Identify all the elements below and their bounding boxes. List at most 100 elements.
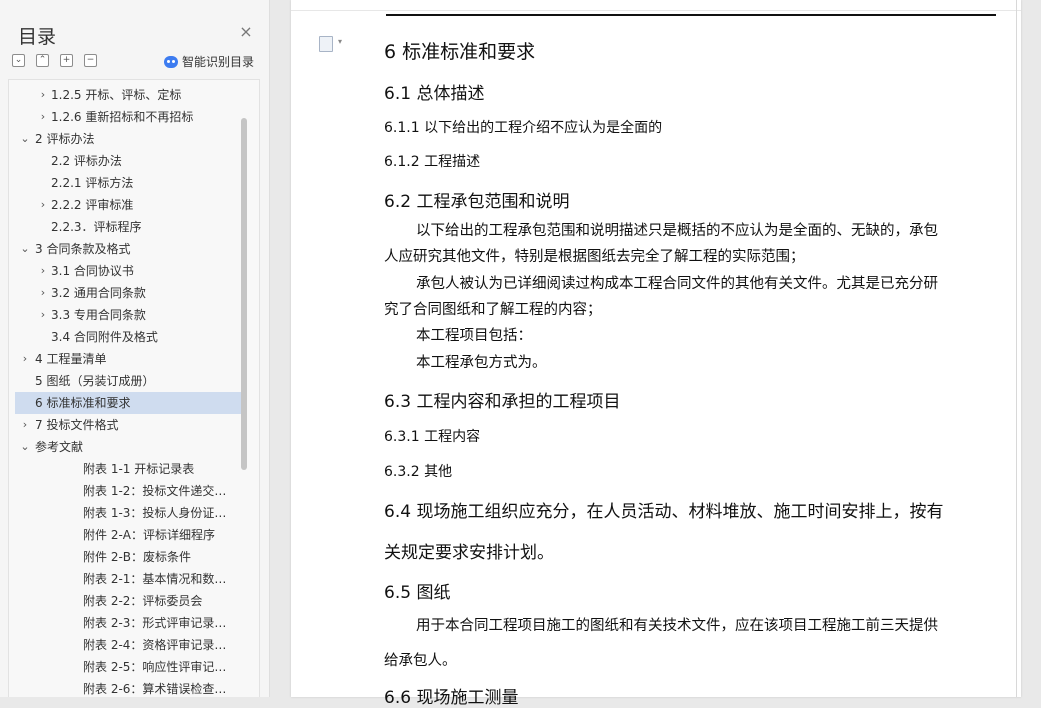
close-icon[interactable]: ×: [238, 24, 254, 40]
toc-item[interactable]: 附件 2-B：废标条件: [15, 546, 241, 568]
toc-item-label: 4 工程量清单: [35, 352, 107, 366]
chevron-right-icon[interactable]: ›: [37, 282, 49, 304]
toc-item[interactable]: 附件 2-A：评标详细程序: [15, 524, 241, 546]
toc-item-label: 3.4 合同附件及格式: [51, 330, 158, 344]
toc-scrollbar[interactable]: [241, 118, 247, 470]
toc-item-label: 附表 2-6：算术错误检查…: [83, 682, 227, 696]
heading-6-4-line1: 6.4 现场施工组织应充分，在人员活动、材料堆放、施工时间安排上，按有: [384, 502, 944, 522]
heading-6-2: 6.2 工程承包范围和说明: [384, 192, 570, 212]
toc-item[interactable]: ⌄ 参考文献: [15, 436, 241, 458]
toc-item-label: 2.2.3．评标程序: [51, 220, 142, 234]
page-top-margin: [291, 0, 1021, 11]
chevron-right-icon[interactable]: ›: [37, 194, 49, 216]
toc-item[interactable]: 附表 2-3：形式评审记录…: [15, 612, 241, 634]
expand-all-icon[interactable]: ⌃: [36, 54, 49, 67]
toc-item[interactable]: 附表 2-5：响应性评审记…: [15, 656, 241, 678]
ai-toc-label: 智能识别目录: [182, 55, 255, 69]
toc-item[interactable]: 3.4 合同附件及格式: [15, 326, 241, 348]
toc-item-label: 5 图纸（另装订成册）: [35, 374, 155, 388]
toc-item[interactable]: 附表 2-4：资格评审记录…: [15, 634, 241, 656]
toc-item-label: 附表 2-5：响应性评审记…: [83, 660, 227, 674]
toc-item-label: 附表 2-2：评标委员会: [83, 594, 203, 608]
toc-item-label: 参考文献: [35, 440, 84, 454]
toc-item[interactable]: 附表 2-1：基本情况和数…: [15, 568, 241, 590]
paragraph-items: 本工程项目包括：: [416, 328, 532, 344]
heading-6-1-2: 6.1.2 工程描述: [384, 154, 481, 170]
paragraph-drawings-line1: 用于本合同工程项目施工的图纸和有关技术文件，应在该项目工程施工前三天提供: [416, 618, 938, 634]
toc-item[interactable]: › 2.2.2 评审标准: [15, 194, 241, 216]
toc-list: › 1.2.5 开标、评标、定标 › 1.2.6 重新招标和不再招标 ⌄ 2 评标办法 2.…: [8, 79, 260, 697]
toc-item-label: 2 评标办法: [35, 132, 95, 146]
toc-item[interactable]: › 3.3 专用合同条款: [15, 304, 241, 326]
toc-item-label: 附表 2-1：基本情况和数…: [83, 572, 227, 586]
toc-item[interactable]: 2.2 评标办法: [15, 150, 241, 172]
heading-6-6: 6.6 现场施工测量: [384, 688, 519, 708]
toc-item[interactable]: 附表 2-6：算术错误检查…: [15, 678, 241, 697]
toc-item-label: 3.1 合同协议书: [51, 264, 134, 278]
toc-item-label: 2.2.2 评审标准: [51, 198, 134, 212]
chevron-down-icon[interactable]: ⌄: [19, 238, 31, 260]
page-edge: [1016, 0, 1017, 697]
toc-item-label: 附表 1-1 开标记录表: [83, 462, 195, 476]
chevron-right-icon[interactable]: ›: [37, 84, 49, 106]
toc-item[interactable]: 附表 2-2：评标委员会: [15, 590, 241, 612]
chevron-right-icon[interactable]: ›: [37, 260, 49, 282]
paragraph-contract-line1: 承包人被认为已详细阅读过构成本工程合同文件的其他有关文件。尤其是已充分研: [416, 276, 938, 292]
ai-robot-icon: [164, 55, 178, 68]
toc-item-label: 附表 2-3：形式评审记录…: [83, 616, 227, 630]
chevron-right-icon[interactable]: ›: [37, 106, 49, 128]
toc-item[interactable]: 附表 1-1 开标记录表: [15, 458, 241, 480]
toc-item[interactable]: › 7 投标文件格式: [15, 414, 241, 436]
toc-item-label: 附件 2-A：评标详细程序: [83, 528, 215, 542]
heading-6: 6 标准标准和要求: [384, 41, 536, 63]
toc-item[interactable]: › 3.2 通用合同条款: [15, 282, 241, 304]
add-heading-icon[interactable]: +: [60, 54, 73, 67]
toc-item[interactable]: 2.2.1 评标方法: [15, 172, 241, 194]
toc-item-label: 附表 1-3：投标人身份证…: [83, 506, 227, 520]
toc-item[interactable]: › 4 工程量清单: [15, 348, 241, 370]
toc-item[interactable]: › 1.2.6 重新招标和不再招标: [15, 106, 241, 128]
heading-6-3-1: 6.3.1 工程内容: [384, 429, 481, 445]
toc-item[interactable]: 5 图纸（另装订成册）: [15, 370, 241, 392]
toc-item[interactable]: › 1.2.5 开标、评标、定标: [15, 84, 241, 106]
toc-item-label: 1.2.5 开标、评标、定标: [51, 88, 182, 102]
toc-item[interactable]: 附表 1-2：投标文件递交…: [15, 480, 241, 502]
toc-item[interactable]: 附表 1-3：投标人身份证…: [15, 502, 241, 524]
toc-item-label: 3 合同条款及格式: [35, 242, 131, 256]
collapse-all-icon[interactable]: ⌄: [12, 54, 25, 67]
heading-6-3-2: 6.3.2 其他: [384, 464, 453, 480]
toc-item[interactable]: 6 标准标准和要求: [15, 392, 241, 414]
toc-item-label: 附表 2-4：资格评审记录…: [83, 638, 227, 652]
paragraph-drawings-line2: 给承包人。: [384, 653, 457, 669]
toc-item-label: 2.2.1 评标方法: [51, 176, 134, 190]
toc-item[interactable]: ⌄ 2 评标办法: [15, 128, 241, 150]
document-icon[interactable]: [319, 36, 333, 52]
toc-item-label: 3.2 通用合同条款: [51, 286, 146, 300]
toc-panel: 目录 × ⌄ ⌃ + − 智能识别目录 › 1.2.5 开标、评标、定标 › 1.2.…: [0, 0, 270, 697]
heading-6-4-line2: 关规定要求安排计划。: [384, 543, 554, 563]
toc-item[interactable]: ⌄ 3 合同条款及格式: [15, 238, 241, 260]
chevron-down-icon[interactable]: ▾: [338, 37, 342, 46]
toc-item-label: 3.3 专用合同条款: [51, 308, 146, 322]
heading-6-3: 6.3 工程内容和承担的工程项目: [384, 392, 621, 412]
chevron-down-icon[interactable]: ⌄: [19, 128, 31, 150]
heading-6-5: 6.5 图纸: [384, 583, 451, 603]
chevron-right-icon[interactable]: ›: [19, 348, 31, 370]
toc-item[interactable]: 2.2.3．评标程序: [15, 216, 241, 238]
toc-title: 目录: [18, 26, 57, 48]
toc-item-label: 6 标准标准和要求: [35, 396, 131, 410]
paragraph-method: 本工程承包方式为。: [416, 355, 547, 371]
ai-toc-button[interactable]: 智能识别目录: [164, 53, 254, 70]
heading-6-1-1: 6.1.1 以下给出的工程介绍不应认为是全面的: [384, 120, 663, 136]
header-rule: [386, 14, 996, 16]
remove-heading-icon[interactable]: −: [84, 54, 97, 67]
toc-item-label: 1.2.6 重新招标和不再招标: [51, 110, 194, 124]
toc-item[interactable]: › 3.1 合同协议书: [15, 260, 241, 282]
chevron-down-icon[interactable]: ⌄: [19, 436, 31, 458]
toc-item-label: 2.2 评标办法: [51, 154, 122, 168]
paragraph-contract-line2: 究了合同图纸和了解工程的内容；: [384, 302, 602, 318]
paragraph-scope-line1: 以下给出的工程承包范围和说明描述只是概括的不应认为是全面的、无缺的，承包: [416, 223, 938, 239]
chevron-right-icon[interactable]: ›: [37, 304, 49, 326]
chevron-right-icon[interactable]: ›: [19, 414, 31, 436]
heading-6-1: 6.1 总体描述: [384, 84, 485, 104]
